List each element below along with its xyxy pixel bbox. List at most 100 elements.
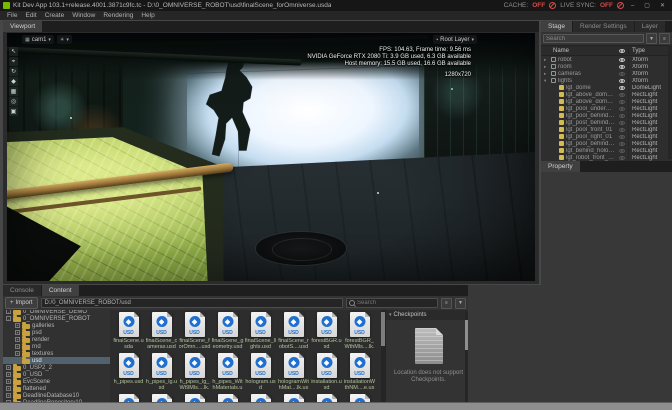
file-tile[interactable]: USD h_pipes_WithMaterials.usd	[211, 353, 244, 394]
visibility-toggle[interactable]	[615, 134, 628, 139]
folder-tree-item[interactable]: usd	[3, 356, 110, 364]
file-tile[interactable]: USD forestBGR_WthMls....lk.usd	[343, 312, 376, 353]
stage-tree-row[interactable]: ▾ lights Xform	[541, 77, 672, 84]
folder-tree-item[interactable]: +0_USP2_2	[3, 363, 110, 371]
file-tile[interactable]: USD finalScene.usda	[112, 312, 145, 353]
file-tile[interactable]: USD finalScene_forOmn....usda	[178, 312, 211, 353]
tree-expander-icon[interactable]: +	[6, 393, 11, 398]
tab-property[interactable]: Property	[541, 161, 580, 172]
stage-tree-row[interactable]: lgt_above_dome_01 RectLight	[541, 91, 672, 98]
file-tile[interactable]: USD h_pipes_lg_Wt9Mls....lk.usd	[178, 353, 211, 394]
file-tile[interactable]: USD installation.usd	[310, 353, 343, 394]
tree-expander-icon[interactable]: -	[6, 316, 11, 321]
stage-tree-row[interactable]: lgt_post_behind_robot_02 RectLight	[541, 119, 672, 126]
file-tile[interactable]: USD finalScene_cameras.usd	[145, 312, 178, 353]
rotate-tool-button[interactable]: ↻	[9, 67, 18, 76]
tree-expander-icon[interactable]: -	[6, 310, 11, 314]
menu-item-help[interactable]: Help	[137, 12, 158, 19]
tree-expander-icon[interactable]: +	[15, 344, 20, 349]
tree-expander-icon[interactable]: +	[6, 379, 11, 384]
viewport-canvas[interactable]: ↖ ⌖ ↻ ◆ ▦ ◎ ▣ ▦ cam1 ▾ ☀ ▾ ▪ Root Layer ▾ FPS:…	[7, 33, 535, 281]
folder-tree-item[interactable]: +0_USD	[3, 370, 110, 378]
expand-arrow-icon[interactable]: ▸	[544, 57, 549, 63]
stage-tree-row[interactable]: lgt_above_dome_02 RectLight	[541, 98, 672, 105]
stage-tree-row[interactable]: ▸ cameras Xform	[541, 70, 672, 77]
file-tile[interactable]: USD finalScene_geometry.usd	[211, 312, 244, 353]
stage-tree-row[interactable]: ▸ robot Xform	[541, 56, 672, 63]
folder-tree-item[interactable]: + render	[3, 335, 110, 343]
frame-tool-button[interactable]: ◎	[9, 97, 18, 106]
stage-scrollbar[interactable]	[668, 45, 672, 159]
stage-tree-row[interactable]: lgt_pool_underwater_01 RectLight	[541, 105, 672, 112]
file-tile[interactable]: USD	[112, 394, 145, 402]
visibility-toggle[interactable]	[615, 155, 628, 160]
stage-tree-row[interactable]: ▸ room Xform	[541, 63, 672, 70]
folder-tree-item[interactable]: + flattened	[3, 384, 110, 392]
visibility-toggle[interactable]	[615, 57, 628, 62]
stage-tree-row[interactable]: lgt_robot_front_bot_01 RectLight	[541, 154, 672, 161]
tree-expander-icon[interactable]: +	[15, 337, 20, 342]
visibility-toggle[interactable]	[615, 113, 628, 118]
menu-item-edit[interactable]: Edit	[21, 12, 40, 19]
visibility-toggle[interactable]	[615, 99, 628, 104]
folder-tree-item[interactable]: + textures	[3, 349, 110, 357]
file-tile[interactable]: USD	[277, 394, 310, 402]
file-tile[interactable]: USD	[343, 394, 376, 402]
file-tile[interactable]: USD finalScene_lights.usd	[244, 312, 277, 353]
filter-icon[interactable]: ▼	[646, 33, 657, 44]
content-search-box[interactable]	[346, 298, 438, 308]
folder-tree-item[interactable]: - 0_OMNIVERSE_ROBOT	[3, 314, 110, 322]
stage-tree-row[interactable]: lgt_behind_hologram_01 RectLight	[541, 147, 672, 154]
stage-tree-row[interactable]: lgt_dome DomeLight	[541, 84, 672, 91]
tab-viewport[interactable]: Viewport	[3, 21, 43, 32]
file-tile[interactable]: USD	[178, 394, 211, 402]
snap-tool-button[interactable]: ▦	[9, 87, 18, 96]
camera-dropdown[interactable]: ▦ cam1 ▾	[22, 35, 54, 44]
view-mode-icon[interactable]: ≡	[441, 297, 452, 309]
folder-tree-item[interactable]: + galleries	[3, 321, 110, 329]
file-tile[interactable]: USD	[145, 394, 178, 402]
stage-tab-stage[interactable]: Stage	[541, 21, 572, 32]
menu-item-rendering[interactable]: Rendering	[99, 12, 137, 19]
visibility-toggle[interactable]	[615, 71, 628, 76]
file-grid-scrollbar[interactable]	[381, 310, 385, 402]
select-tool-button[interactable]: ↖	[9, 47, 18, 56]
minimize-button[interactable]: –	[628, 3, 637, 9]
visibility-toggle[interactable]	[615, 106, 628, 111]
visibility-toggle[interactable]	[615, 120, 628, 125]
file-tile[interactable]: USD hologramWithMat....lk.usd	[277, 353, 310, 394]
menu-item-create[interactable]: Create	[41, 12, 69, 19]
import-button[interactable]: + Import	[5, 297, 38, 309]
menu-item-window[interactable]: Window	[68, 12, 99, 19]
stage-tree-row[interactable]: lgt_pool_behind_robot_01 RectLight	[541, 112, 672, 119]
folder-tree-item[interactable]: + EvcScene	[3, 377, 110, 385]
tree-expander-icon[interactable]: +	[6, 365, 11, 370]
tree-expander-icon[interactable]: +	[6, 386, 11, 391]
folder-tree-item[interactable]: + rnd	[3, 342, 110, 350]
stage-tree-row[interactable]: lgt_pool_front_01 RectLight	[541, 126, 672, 133]
stage-search-input[interactable]	[543, 34, 644, 43]
tree-expander-icon[interactable]: +	[15, 323, 20, 328]
stage-tab-render-settings[interactable]: Render Settings	[573, 21, 634, 32]
move-tool-button[interactable]: ⌖	[9, 57, 18, 66]
file-tile[interactable]: USD finalScene_robotS....usda	[277, 312, 310, 353]
file-tile[interactable]: USD	[244, 394, 277, 402]
expand-arrow-icon[interactable]: ▸	[544, 64, 549, 70]
tree-expander-icon[interactable]: +	[6, 372, 11, 377]
stage-tree-row[interactable]: lgt_pool_behind_01 RectLight	[541, 140, 672, 147]
file-tile[interactable]: USD	[310, 394, 343, 402]
close-button[interactable]: ✕	[657, 2, 668, 9]
file-tile[interactable]: USD h_pipes_lg.usd	[145, 353, 178, 394]
scale-tool-button[interactable]: ◆	[9, 77, 18, 86]
expand-arrow-icon[interactable]: ▾	[544, 78, 549, 84]
filter-icon[interactable]: ▼	[455, 297, 466, 309]
visibility-toggle[interactable]	[615, 78, 628, 83]
visibility-toggle[interactable]	[615, 64, 628, 69]
file-tile[interactable]: USD	[211, 394, 244, 402]
maximize-button[interactable]: ▢	[641, 2, 653, 9]
folder-tree-scrollbar[interactable]	[465, 312, 468, 402]
visibility-toggle[interactable]	[615, 148, 628, 153]
name-column-header[interactable]: Name	[541, 48, 615, 54]
file-tile[interactable]: USD forestBGR.usd	[310, 312, 343, 353]
render-tool-button[interactable]: ▣	[9, 107, 18, 116]
